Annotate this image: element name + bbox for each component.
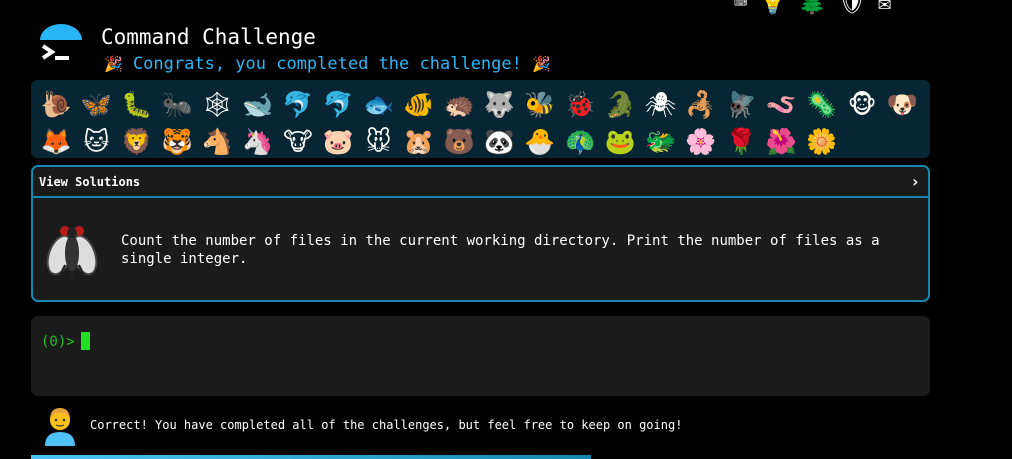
terminal-prompt: (0)>: [41, 334, 75, 350]
animal-emoji-icon: 🐠: [403, 89, 435, 119]
terminal-icon[interactable]: ⌨: [734, 0, 747, 16]
animal-emoji-icon: 🐟: [362, 89, 395, 119]
fly-icon: [46, 226, 98, 279]
party-popper-icon: 🎉: [532, 55, 551, 73]
view-solutions-label: View Solutions: [39, 174, 141, 189]
animal-emoji-icon: 🐝: [524, 89, 556, 119]
animal-emoji-icon: 🐲: [645, 126, 677, 156]
animal-emoji-icon: 🦠: [806, 89, 838, 119]
view-solutions-toggle[interactable]: View Solutions ›: [33, 167, 928, 198]
animal-emoji-icon: 🌸: [685, 126, 717, 156]
progress-emoji-panel: 🐌 🦋 🐛 🐜 🕸 🐋 🐬 🐬 🐟 🐠 🦔 🐺 🐝 🐞 🐊 🕷 🦂 🪰 🪱 🦠 🐵 🐶 🦊 🐱 🦁 🐯 🐴 🦄 🐮 🐷 🐭 🐹 🐻 🐼 🐣 🦚 🐸 🐲 🌸…: [31, 80, 930, 158]
animal-emoji-icon: 🐣: [524, 126, 556, 156]
animal-emoji-icon: 🐜: [161, 89, 193, 119]
animal-emoji-icon: 🐌: [40, 89, 72, 119]
animal-emoji-icon: 🐭: [365, 126, 392, 156]
tree-icon[interactable]: 🌲: [799, 0, 826, 16]
animal-emoji-icon: 🦚: [564, 126, 596, 156]
animal-emoji-icon: 🐯: [161, 126, 193, 156]
animal-emoji-icon: 🐞: [564, 89, 596, 119]
page-title: Command Challenge: [101, 25, 316, 49]
animal-emoji-icon: 🐬: [282, 89, 314, 119]
animal-emoji-icon: 🦄: [242, 126, 274, 156]
lightbulb-icon[interactable]: 💡: [759, 0, 786, 16]
animal-emoji-icon: 🐷: [322, 126, 354, 156]
animal-emoji-icon: 🌼: [806, 126, 838, 156]
terminal-input[interactable]: (0)>: [31, 316, 930, 396]
congrats-message: 🎉 Congrats, you completed the challenge!…: [104, 54, 551, 74]
animal-emoji-icon: 🪰: [725, 89, 757, 119]
animal-emoji-icon: 🕷: [644, 89, 677, 119]
emoji-row: 🐌 🦋 🐛 🐜 🕸 🐋 🐬 🐬 🐟 🐠 🦔 🐺 🐝 🐞 🐊 🕷 🦂 🪰 🪱 🦠 🐵 🐶: [36, 86, 930, 123]
animal-emoji-icon: 🦂: [685, 89, 717, 119]
animal-emoji-icon: 🪱: [765, 89, 798, 119]
congrats-text: Congrats, you completed the challenge!: [132, 54, 522, 74]
animal-emoji-icon: 🌹: [725, 126, 757, 156]
bottom-accent-bar: [31, 455, 591, 459]
animal-emoji-icon: 🐮: [283, 126, 313, 156]
animal-emoji-icon: 🐱: [83, 126, 110, 156]
mail-icon[interactable]: ✉: [878, 0, 891, 16]
animal-emoji-icon: 🐺: [483, 89, 515, 119]
party-popper-icon: 🎉: [104, 55, 123, 73]
challenge-card: View Solutions › Count the number of fil…: [31, 165, 930, 302]
animal-emoji-icon: 🐴: [201, 126, 233, 156]
top-nav-icons: ⌨ 💡 🌲 🛡 ✉: [734, 0, 891, 16]
animal-emoji-icon: 🐶: [886, 89, 918, 119]
emoji-row: 🦊 🐱 🦁 🐯 🐴 🦄 🐮 🐷 🐭 🐹 🐻 🐼 🐣 🦚 🐸 🐲 🌸 🌹 🌺 🌼: [36, 123, 930, 160]
challenge-description: Count the number of files in the current…: [121, 233, 880, 267]
animal-emoji-icon: 🌺: [765, 126, 798, 156]
animal-emoji-icon: 🦊: [40, 126, 72, 156]
logo-icon: [40, 24, 82, 60]
animal-emoji-icon: 🐵: [847, 89, 877, 119]
animal-emoji-icon: 🦁: [121, 126, 153, 156]
badge-icon[interactable]: 🛡: [838, 0, 866, 16]
animal-emoji-icon: 🐬: [322, 89, 354, 119]
chevron-right-icon: ›: [910, 172, 920, 191]
animal-emoji-icon: 🐸: [604, 126, 636, 156]
challenge-body: Count the number of files in the current…: [33, 198, 928, 300]
result-message: Correct! You have completed all of the c…: [41, 404, 682, 446]
animal-emoji-icon: 🐋: [242, 89, 274, 119]
animal-emoji-icon: 🦔: [443, 89, 475, 119]
animal-emoji-icon: 🕸: [201, 89, 234, 119]
animal-emoji-icon: 🦋: [80, 89, 113, 119]
animal-emoji-icon: 🐼: [483, 126, 515, 156]
animal-emoji-icon: 🐊: [604, 89, 636, 119]
animal-emoji-icon: 🐹: [403, 126, 435, 156]
animal-emoji-icon: 🐛: [121, 89, 153, 119]
terminal-cursor: [80, 332, 90, 350]
success-text: Correct! You have completed all of the c…: [90, 418, 683, 432]
person-avatar-icon: [45, 408, 75, 446]
animal-emoji-icon: 🐻: [443, 126, 475, 156]
